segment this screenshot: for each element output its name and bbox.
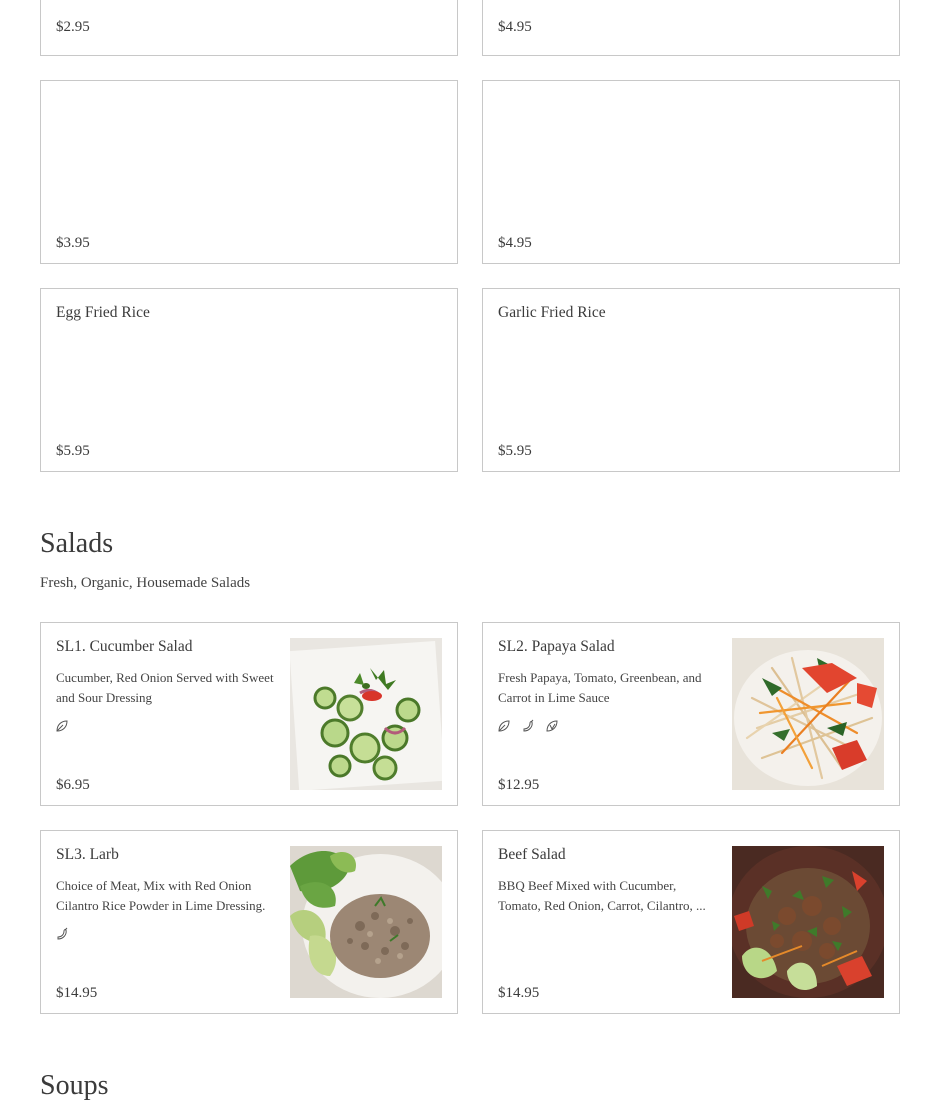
- item-price: $4.95: [498, 235, 532, 251]
- section-subtitle-salads: Fresh, Organic, Housemade Salads: [40, 575, 251, 591]
- item-name: SL2. Papaya Salad: [498, 638, 615, 655]
- vegan-icon: [546, 720, 558, 732]
- cucumber-salad-photo: [290, 638, 442, 790]
- item-description-line2: Tomato, Red Onion, Carrot, Cilantro, ...: [498, 898, 706, 913]
- item-price: $5.95: [56, 443, 90, 459]
- larb-photo: [290, 846, 442, 998]
- item-name: Egg Fried Rice: [56, 304, 150, 321]
- menu-item-card[interactable]: Egg Fried Rice $5.95: [40, 288, 458, 472]
- menu-item-card[interactable]: SL1. Cucumber Salad Cucumber, Red Onion …: [40, 622, 458, 806]
- item-price: $14.95: [498, 985, 540, 1001]
- dietary-icons: [55, 927, 69, 941]
- vegetarian-icon: [498, 720, 510, 732]
- item-description-line1: BBQ Beef Mixed with Cucumber,: [498, 878, 677, 893]
- menu-item-card[interactable]: SL3. Larb Choice of Meat, Mix with Red O…: [40, 830, 458, 1014]
- item-name: SL1. Cucumber Salad: [56, 638, 193, 655]
- item-name: Garlic Fried Rice: [498, 304, 606, 321]
- menu-item-card[interactable]: $2.95: [40, 0, 458, 56]
- dietary-icons: [497, 719, 559, 733]
- item-name: SL3. Larb: [56, 846, 119, 863]
- menu-item-card[interactable]: $4.95: [482, 0, 900, 56]
- spicy-icon: [523, 719, 534, 732]
- item-price: $2.95: [56, 19, 90, 35]
- section-title-salads: Salads: [40, 528, 114, 559]
- item-price: $12.95: [498, 777, 540, 793]
- menu-item-card[interactable]: SL2. Papaya Salad Fresh Papaya, Tomato, …: [482, 622, 900, 806]
- item-description: Choice of Meat, Mix with Red Onion Cilan…: [56, 878, 266, 913]
- item-price: $3.95: [56, 235, 90, 251]
- spicy-icon: [57, 927, 68, 940]
- menu-item-card[interactable]: Beef Salad BBQ Beef Mixed with Cucumber,…: [482, 830, 900, 1014]
- item-description: BBQ Beef Mixed with Cucumber, Tomato, Re…: [498, 876, 718, 916]
- menu-item-card[interactable]: Garlic Fried Rice $5.95: [482, 288, 900, 472]
- section-title-soups: Soups: [40, 1070, 109, 1101]
- item-price: $5.95: [498, 443, 532, 459]
- beef-salad-photo: [732, 846, 884, 998]
- dietary-icons: [55, 719, 69, 733]
- item-price: $6.95: [56, 777, 90, 793]
- vegetarian-icon: [56, 720, 68, 732]
- item-description: Fresh Papaya, Tomato, Greenbean, and Car…: [498, 670, 702, 705]
- item-price: $14.95: [56, 985, 98, 1001]
- menu-item-card[interactable]: $4.95: [482, 80, 900, 264]
- item-name: Beef Salad: [498, 846, 566, 863]
- item-description: Cucumber, Red Onion Served with Sweet an…: [56, 670, 274, 705]
- papaya-salad-photo: [732, 638, 884, 790]
- menu-item-card[interactable]: $3.95: [40, 80, 458, 264]
- item-price: $4.95: [498, 19, 532, 35]
